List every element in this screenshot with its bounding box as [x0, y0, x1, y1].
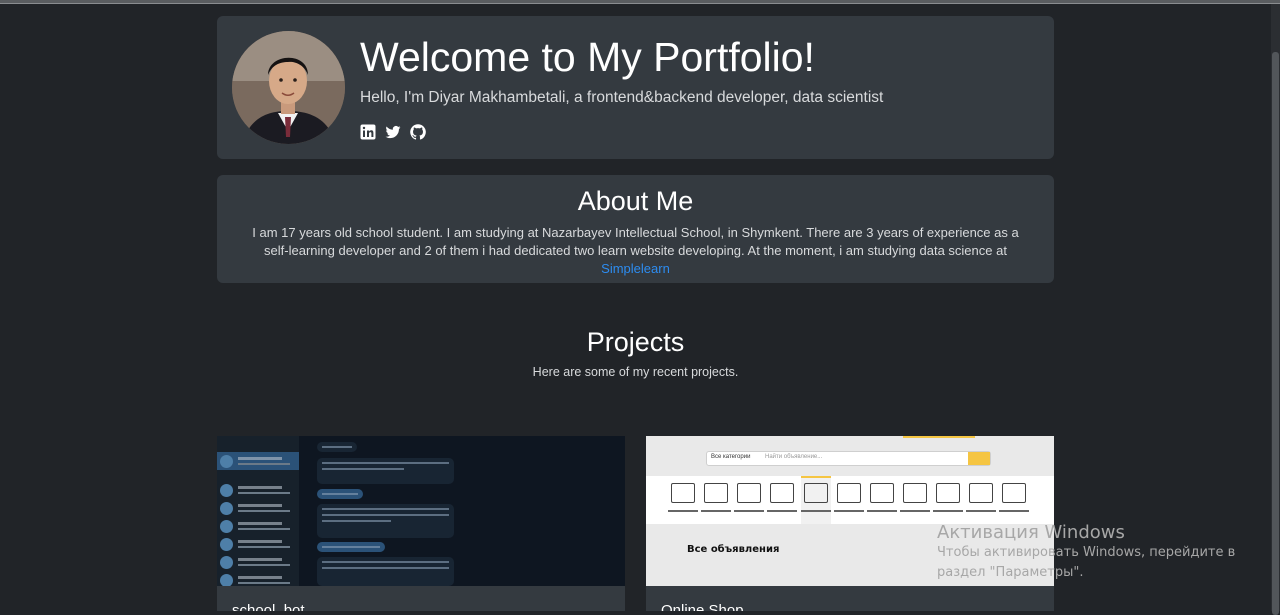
page-scrollbar[interactable] — [1271, 4, 1280, 615]
scrollbar-thumb[interactable] — [1272, 52, 1279, 615]
shop-categories — [646, 476, 1054, 524]
hero-card: Welcome to My Portfolio! Hello, I'm Diya… — [217, 16, 1054, 159]
projects-title: Projects — [586, 327, 685, 357]
shop-search-button — [968, 452, 990, 465]
telegram-sidebar — [217, 436, 299, 586]
about-body: I am 17 years old school student. I am s… — [252, 225, 1019, 258]
windows-activation-watermark: Активация Windows Чтобы активировать Win… — [937, 522, 1235, 583]
social-links — [360, 124, 426, 140]
linkedin-icon[interactable] — [360, 124, 376, 140]
shop-all-listings: Все объявления — [687, 544, 780, 555]
project-card-school-bot[interactable]: school_bot — [217, 436, 625, 611]
profile-avatar — [232, 31, 345, 144]
school-bot-screenshot — [217, 436, 625, 586]
shop-search-bar: Все категории Найти объявление... — [706, 451, 991, 466]
browser-top-edge — [0, 0, 1280, 4]
simplelearn-link[interactable]: Simplelearn — [601, 261, 670, 276]
projects-subtitle: Here are some of my recent projects. — [532, 365, 739, 379]
watermark-title: Активация Windows — [937, 522, 1125, 543]
watermark-line-2: раздел "Параметры". — [937, 565, 1084, 580]
about-title: About Me — [577, 186, 694, 216]
about-card: About Me I am 17 years old school studen… — [217, 175, 1054, 283]
project-name: school_bot — [232, 602, 305, 611]
github-icon[interactable] — [410, 124, 426, 140]
page-title: Welcome to My Portfolio! — [360, 34, 815, 80]
project-name: Online Shop — [661, 602, 744, 611]
hero-subtitle: Hello, I'm Diyar Makhambetali, a fronten… — [360, 89, 884, 106]
twitter-icon[interactable] — [385, 124, 401, 140]
watermark-line-1: Чтобы активировать Windows, перейдите в — [937, 545, 1236, 560]
about-text: I am 17 years old school student. I am s… — [239, 224, 1032, 278]
